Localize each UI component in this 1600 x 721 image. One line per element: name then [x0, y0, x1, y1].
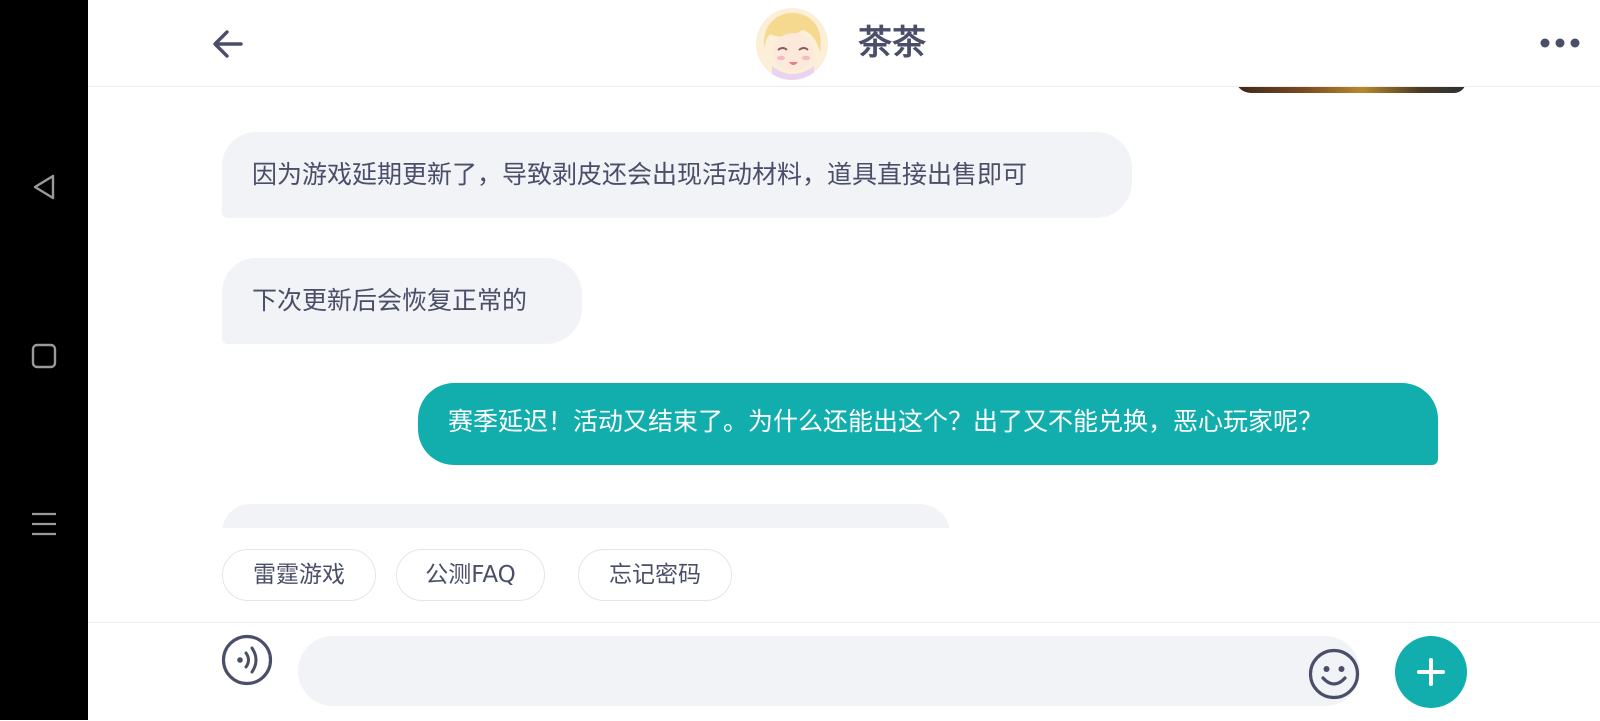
plus-icon: [1417, 658, 1445, 686]
more-dots-icon: [1540, 38, 1580, 48]
voice-input-button[interactable]: [221, 634, 273, 686]
attach-button[interactable]: [1395, 636, 1467, 708]
voice-icon: [221, 634, 273, 686]
message-bubble-incoming[interactable]: 下次更新后会恢复正常的: [222, 258, 582, 344]
message-text: 因为游戏延期更新了，导致剥皮还会出现活动材料，道具直接出售即可: [252, 160, 1028, 189]
home-square-icon: [31, 343, 57, 369]
emoji-button[interactable]: [1308, 648, 1360, 700]
quick-reply-bar: 雷霆游戏 公测FAQ 忘记密码: [88, 528, 1600, 610]
back-button[interactable]: [210, 26, 246, 62]
nav-home-button[interactable]: [22, 334, 66, 378]
message-list[interactable]: 因为游戏延期更新了，导致剥皮还会出现活动材料，道具直接出售即可 下次更新后会恢复…: [88, 86, 1600, 528]
system-nav-bar: [0, 0, 88, 720]
emoji-icon: [1308, 648, 1360, 700]
chat-app: 茶茶 因为游戏延期更新了，导致剥皮还会出现活动材料，道具直接出售即可 下次更新后…: [88, 0, 1600, 721]
arrow-left-icon: [213, 30, 243, 58]
input-bar: [88, 622, 1600, 721]
nav-back-button[interactable]: [22, 165, 66, 209]
message-text: 下次更新后会恢复正常的: [252, 286, 528, 315]
chat-title: 茶茶: [858, 23, 926, 63]
back-triangle-icon: [33, 174, 55, 200]
message-bubble-incoming[interactable]: 因为游戏延期更新了，导致剥皮还会出现活动材料，道具直接出售即可: [222, 132, 1132, 218]
quick-reply-chip[interactable]: 雷霆游戏: [222, 549, 376, 601]
contact-avatar[interactable]: [756, 8, 828, 80]
nav-menu-button[interactable]: [22, 502, 66, 546]
image-message-preview[interactable]: [1235, 86, 1466, 93]
message-text: 赛季延迟！活动又结束了。为什么还能出这个？出了又不能兑换，恶心玩家呢？: [448, 407, 1324, 436]
chat-header: 茶茶: [88, 0, 1600, 87]
more-options-button[interactable]: [1536, 28, 1584, 58]
quick-reply-chip[interactable]: 忘记密码: [578, 549, 732, 601]
quick-reply-chip[interactable]: 公测FAQ: [396, 549, 545, 601]
message-bubble-outgoing[interactable]: 赛季延迟！活动又结束了。为什么还能出这个？出了又不能兑换，恶心玩家呢？: [418, 383, 1438, 465]
message-bubble-partial[interactable]: [222, 504, 950, 528]
menu-lines-icon: [32, 512, 56, 536]
avatar-image: [756, 8, 828, 80]
message-input[interactable]: [298, 636, 1360, 706]
